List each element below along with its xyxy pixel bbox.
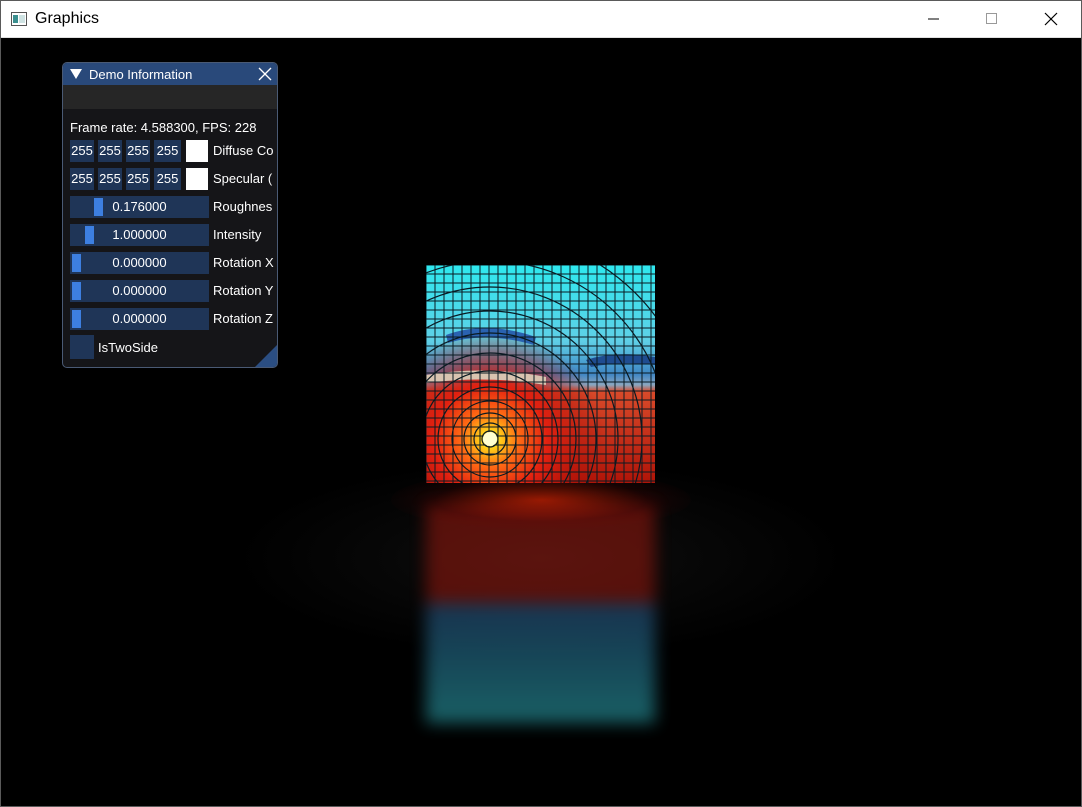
rotation-z-label: Rotation Z <box>213 311 273 326</box>
diffuse-r-field[interactable]: 255 <box>70 140 94 162</box>
specular-a-field[interactable]: 255 <box>154 168 181 190</box>
diffuse-b-field[interactable]: 255 <box>126 140 150 162</box>
roughness-row: 0.176000 Roughnes <box>70 196 275 218</box>
specular-b-field[interactable]: 255 <box>126 168 150 190</box>
rotation-x-label: Rotation X <box>213 255 274 270</box>
mosaic-sunset-image <box>426 265 655 483</box>
app-window-icon <box>11 12 27 26</box>
panel-close-icon[interactable] <box>257 66 273 82</box>
rotation-z-value: 0.000000 <box>112 311 167 326</box>
specular-color-swatch[interactable] <box>186 168 208 190</box>
roughness-slider[interactable]: 0.176000 <box>70 196 209 218</box>
panel-title-bar[interactable]: Demo Information <box>63 63 277 85</box>
diffuse-color-label: Diffuse Co <box>213 143 274 158</box>
diffuse-color-swatch[interactable] <box>186 140 208 162</box>
rotation-y-value: 0.000000 <box>112 283 167 298</box>
rotation-x-slider[interactable]: 0.000000 <box>70 252 209 274</box>
close-button[interactable] <box>1028 1 1074 37</box>
intensity-value: 1.000000 <box>112 227 167 242</box>
minimize-icon <box>928 18 939 20</box>
specular-color-row: 255 255 255 255 Specular ( <box>70 168 275 190</box>
intensity-label: Intensity <box>213 227 262 242</box>
specular-g-field[interactable]: 255 <box>98 168 122 190</box>
panel-resize-grip[interactable] <box>255 345 277 367</box>
rotation-x-value: 0.000000 <box>112 255 167 270</box>
rotation-x-row: 0.000000 Rotation X <box>70 252 275 274</box>
panel-menu-strip <box>63 85 277 109</box>
rotation-y-slider[interactable]: 0.000000 <box>70 280 209 302</box>
maximize-icon <box>986 13 997 24</box>
diffuse-g-field[interactable]: 255 <box>98 140 122 162</box>
rotation-y-label: Rotation Y <box>213 283 274 298</box>
two-side-row: IsTwoSide <box>70 335 275 359</box>
roughness-value: 0.176000 <box>112 199 167 214</box>
mosaic-panel <box>426 265 655 483</box>
specular-color-label: Specular ( <box>213 171 273 186</box>
panel-title: Demo Information <box>89 67 193 82</box>
minimize-button[interactable] <box>911 1 957 37</box>
rotation-y-row: 0.000000 Rotation Y <box>70 280 275 302</box>
two-side-label: IsTwoSide <box>98 340 158 355</box>
title-bar[interactable]: Graphics <box>1 1 1081 38</box>
intensity-row: 1.000000 Intensity <box>70 224 275 246</box>
intensity-slider[interactable]: 1.000000 <box>70 224 209 246</box>
rotation-z-slider[interactable]: 0.000000 <box>70 308 209 330</box>
maximize-button[interactable] <box>969 1 1015 37</box>
collapse-arrow-icon[interactable] <box>70 69 82 79</box>
close-icon <box>1044 12 1058 26</box>
rotation-z-row: 0.000000 Rotation Z <box>70 308 275 330</box>
app-window: Graphics Demo Information Frame rate: 4.… <box>0 0 1082 807</box>
window-title: Graphics <box>35 10 100 27</box>
diffuse-color-row: 255 255 255 255 Diffuse Co <box>70 140 275 162</box>
frame-rate-text: Frame rate: 4.588300, FPS: 228 <box>70 120 257 135</box>
two-side-checkbox[interactable] <box>70 335 94 359</box>
diffuse-a-field[interactable]: 255 <box>154 140 181 162</box>
demo-information-panel[interactable]: Demo Information Frame rate: 4.588300, F… <box>62 62 278 368</box>
roughness-label: Roughnes <box>213 199 273 214</box>
specular-r-field[interactable]: 255 <box>70 168 94 190</box>
